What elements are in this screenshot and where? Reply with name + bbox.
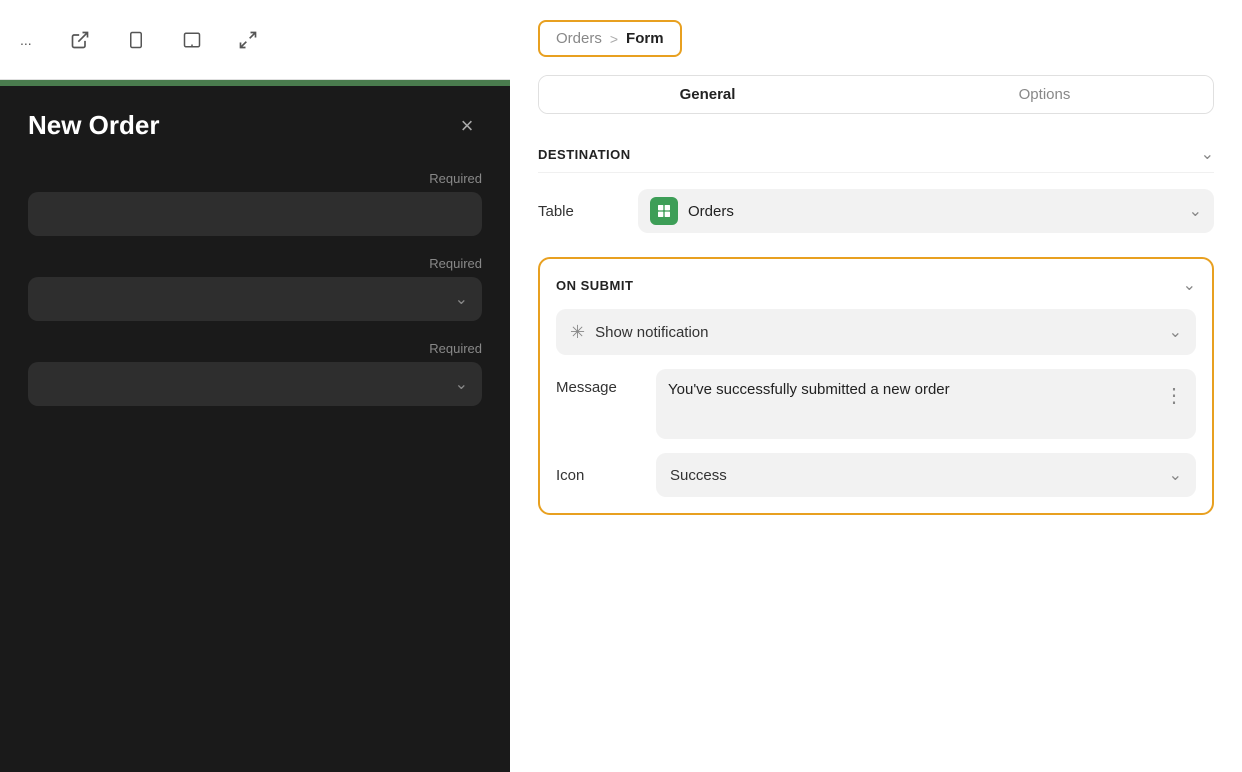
left-panel: ...: [0, 0, 510, 772]
notification-label: Show notification: [595, 324, 1159, 341]
required-label-1: Required: [28, 171, 482, 186]
required-label-2: Required: [28, 256, 482, 271]
message-label: Message: [556, 369, 656, 396]
breadcrumb-parent[interactable]: Orders: [556, 30, 602, 47]
icon-value-text: Success: [670, 467, 1169, 484]
field-input-1[interactable]: [28, 192, 482, 236]
breadcrumb: Orders > Form: [538, 20, 682, 57]
icon-value[interactable]: Success ⌄: [656, 453, 1196, 497]
phone-icon[interactable]: [118, 22, 154, 58]
on-submit-title: ON SUBMIT: [556, 278, 633, 293]
chevron-down-icon-3: ⌄: [455, 374, 468, 394]
close-button[interactable]: ×: [452, 111, 482, 141]
notification-chevron-icon[interactable]: ⌄: [1169, 322, 1182, 342]
message-row: Message You've successfully submitted a …: [556, 369, 1196, 439]
form-panel: New Order × Required Required ⌄ Required…: [0, 86, 510, 772]
on-submit-header: ON SUBMIT ⌄: [556, 275, 1196, 295]
table-label: Table: [538, 203, 638, 220]
right-panel: Orders > Form General Options DESTINATIO…: [510, 0, 1242, 772]
icon-label: Icon: [556, 467, 656, 484]
destination-section-header: DESTINATION ⌄: [538, 136, 1214, 173]
dots-label: ...: [20, 32, 32, 48]
on-submit-chevron-icon[interactable]: ⌄: [1183, 275, 1196, 295]
field-input-3[interactable]: ⌄: [28, 362, 482, 406]
message-value[interactable]: You've successfully submitted a new orde…: [656, 369, 1196, 439]
chevron-down-icon-2: ⌄: [455, 289, 468, 309]
external-link-icon[interactable]: [62, 22, 98, 58]
tab-general[interactable]: General: [539, 76, 876, 113]
spinner-icon: ✳: [570, 322, 585, 343]
table-value-text: Orders: [688, 203, 1179, 220]
table-field-row: Table Orders ⌄: [538, 189, 1214, 233]
form-title: New Order: [28, 110, 160, 141]
on-submit-section: ON SUBMIT ⌄ ✳ Show notification ⌄ Messag…: [538, 257, 1214, 515]
tablet-icon[interactable]: [174, 22, 210, 58]
table-chevron-icon[interactable]: ⌄: [1189, 201, 1202, 221]
dots-menu-icon[interactable]: ⋮: [1164, 383, 1184, 408]
breadcrumb-separator: >: [610, 31, 618, 47]
form-field-3: Required ⌄: [28, 341, 482, 406]
top-toolbar: ...: [0, 0, 510, 80]
expand-icon[interactable]: [230, 22, 266, 58]
message-text: You've successfully submitted a new orde…: [668, 379, 1156, 400]
icon-chevron-icon[interactable]: ⌄: [1169, 465, 1182, 485]
required-label-3: Required: [28, 341, 482, 356]
table-value-row[interactable]: Orders ⌄: [638, 189, 1214, 233]
tab-options[interactable]: Options: [876, 76, 1213, 113]
form-field-2: Required ⌄: [28, 256, 482, 321]
notification-row[interactable]: ✳ Show notification ⌄: [556, 309, 1196, 355]
destination-chevron-icon[interactable]: ⌄: [1201, 144, 1214, 164]
tab-row: General Options: [538, 75, 1214, 114]
form-header: New Order ×: [28, 110, 482, 141]
destination-title: DESTINATION: [538, 147, 631, 162]
form-field-1: Required: [28, 171, 482, 236]
field-input-2[interactable]: ⌄: [28, 277, 482, 321]
table-icon: [650, 197, 678, 225]
icon-row: Icon Success ⌄: [556, 453, 1196, 497]
breadcrumb-current: Form: [626, 30, 664, 47]
